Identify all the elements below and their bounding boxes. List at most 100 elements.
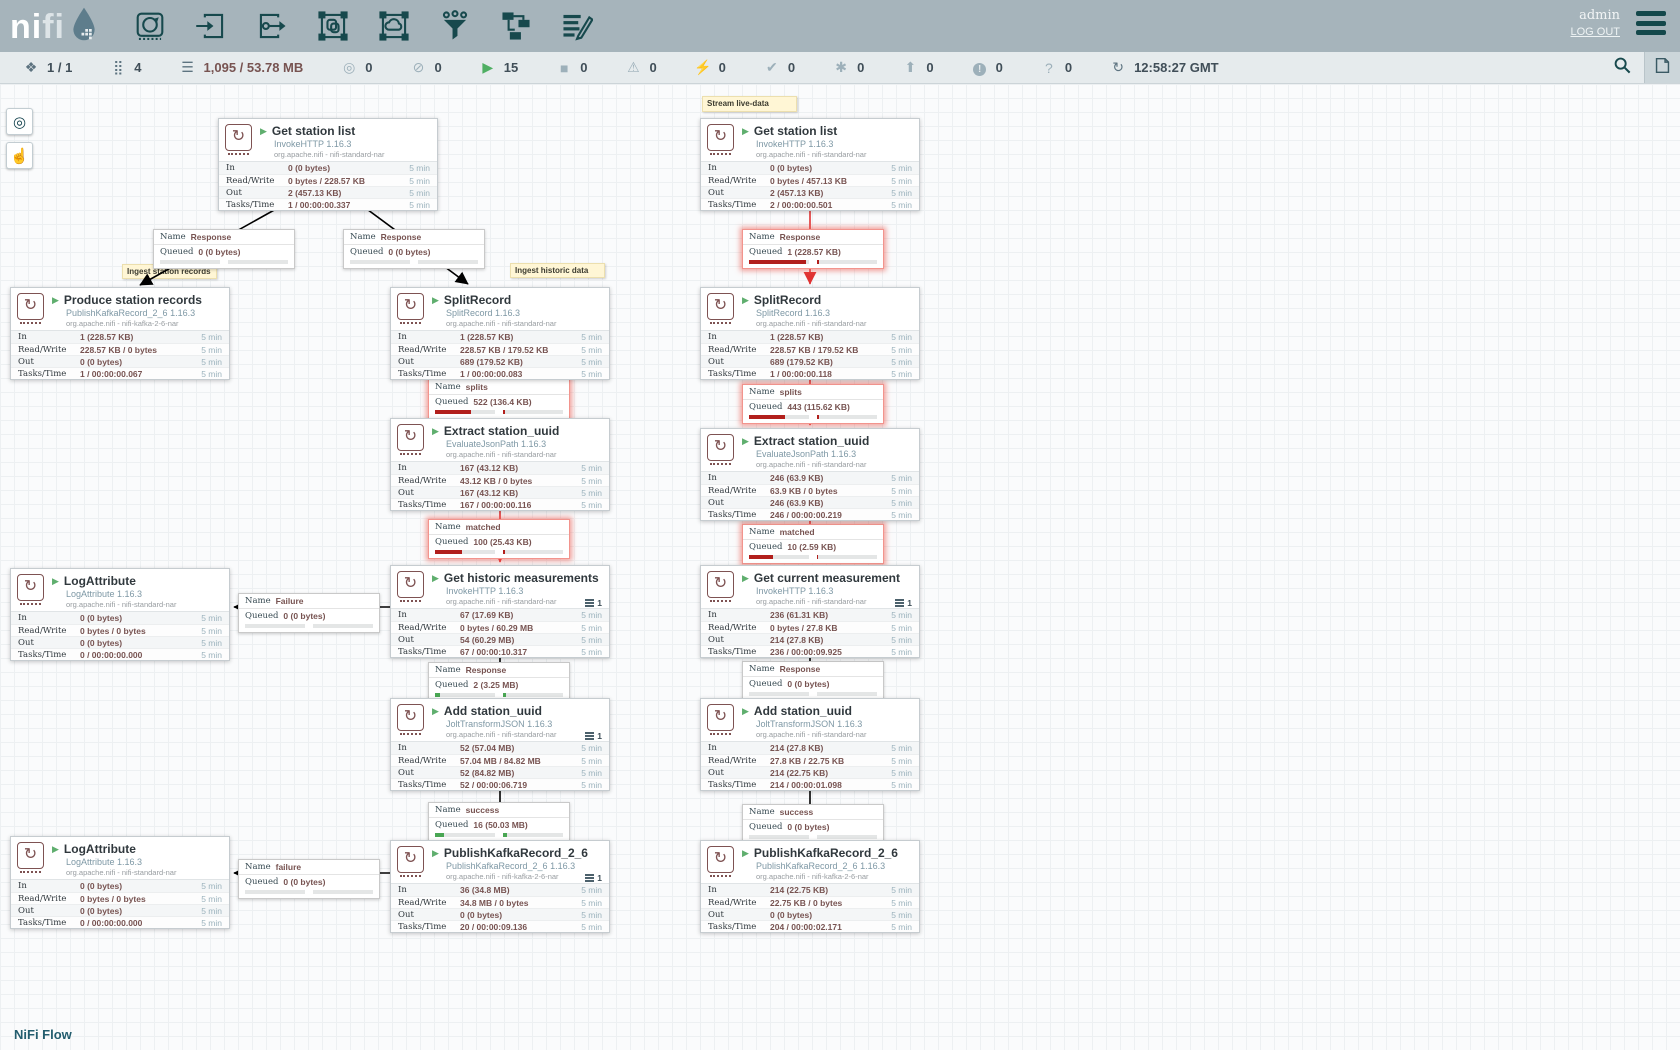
processor-get-station-list-1[interactable]: ↻ ▶ Get station list InvokeHTTP 1.16.3 o…: [700, 118, 920, 211]
processor-extract-station-uuid-6[interactable]: ↻ ▶ Extract station_uuid EvaluateJsonPat…: [700, 428, 920, 521]
processor-extract-station-uuid-5[interactable]: ↻ ▶ Extract station_uuid EvaluateJsonPat…: [390, 418, 610, 511]
processor-name: PublishKafkaRecord_2_6: [444, 846, 588, 860]
connection-matched-6[interactable]: Namematched Queued10 (2.59 KB): [742, 524, 884, 564]
processor-type-icon: ↻: [17, 842, 44, 869]
queue-backpressure-bars: [344, 259, 484, 268]
processor-add-station-uuid-10[interactable]: ↻ ▶ Add station_uuid JoltTransformJSON 1…: [390, 698, 610, 791]
search-button[interactable]: [1600, 52, 1644, 83]
object-threshold-bar: [749, 415, 809, 419]
connection-response-2[interactable]: NameResponse Queued1 (228.57 KB): [742, 229, 884, 269]
status-item-threads: ⣿ 4: [109, 59, 141, 76]
size-threshold-bar: [503, 550, 563, 554]
processor-stats: In0 (0 bytes)5 min Read/Write0 bytes / 4…: [701, 161, 919, 210]
template-component-button[interactable]: [499, 9, 533, 43]
connection-failure-12[interactable]: Namefailure Queued0 (0 bytes): [238, 859, 380, 899]
connection-failure-11[interactable]: NameFailure Queued0 (0 bytes): [238, 593, 380, 633]
active-threads-badge: 1: [585, 731, 602, 741]
connection-response-7[interactable]: NameResponse Queued2 (3.25 MB): [428, 662, 570, 702]
processor-get-historic-measurements-8[interactable]: ↻ ▶ Get historic measurements InvokeHTTP…: [390, 565, 610, 658]
processor-bundle: org.apache.nifi - nifi-standard-nar: [446, 450, 559, 459]
refresh-time: 12:58:27 GMT: [1134, 60, 1219, 75]
connection-success-9[interactable]: Namesuccess Queued16 (50.03 MB): [428, 802, 570, 842]
processor-add-station-uuid-11[interactable]: ↻ ▶ Add station_uuid JoltTransformJSON 1…: [700, 698, 920, 791]
connection-success-10[interactable]: Namesuccess Queued0 (0 bytes): [742, 804, 884, 844]
new-canvas-panel-button[interactable]: [1644, 52, 1680, 83]
object-threshold-bar: [350, 260, 410, 264]
processor-splitrecord-3[interactable]: ↻ ▶ SplitRecord SplitRecord 1.16.3 org.a…: [390, 287, 610, 380]
birdseye-button[interactable]: ◎: [6, 108, 33, 135]
queue-backpressure-bars: [239, 623, 379, 632]
processor-stats: In167 (43.12 KB)5 min Read/Write43.12 KB…: [391, 461, 609, 510]
processor-get-station-list-0[interactable]: ↻ ▶ Get station list InvokeHTTP 1.16.3 o…: [218, 118, 438, 211]
status-item-locally-modified: ✱ 0: [832, 59, 864, 76]
processor-name: Produce station records: [64, 293, 202, 307]
output-port-component-button[interactable]: [255, 9, 289, 43]
status-item-disabled: ⚡ 0: [694, 59, 726, 76]
status-item-stale: ⬆ 0: [901, 59, 933, 76]
connection-splits-3[interactable]: Namesplits Queued522 (136.4 KB): [428, 379, 570, 419]
processor-bundle: org.apache.nifi - nifi-standard-nar: [274, 150, 384, 159]
size-threshold-bar: [503, 410, 563, 414]
size-threshold-bar: [503, 693, 563, 697]
processor-name: Add station_uuid: [444, 704, 542, 718]
logout-link[interactable]: LOG OUT: [1570, 26, 1620, 38]
breadcrumb[interactable]: NiFi Flow: [14, 1027, 72, 1042]
processor-stats: In236 (61.31 KB)5 min Read/Write0 bytes …: [701, 608, 919, 657]
processor-stats: In36 (34.8 MB)5 min Read/Write34.8 MB / …: [391, 883, 609, 932]
processor-logattribute-7[interactable]: ↻ ▶ LogAttribute LogAttribute 1.16.3 org…: [10, 568, 230, 661]
queue-backpressure-bars: [429, 549, 569, 558]
hand-pointer-icon: ☝: [10, 147, 29, 165]
active-threads-badge: 1: [895, 598, 912, 608]
locally-modified-icon: ✱: [832, 59, 850, 76]
processor-publishkafkarecord-2-6-13[interactable]: ↻ ▶ PublishKafkaRecord_2_6 PublishKafkaR…: [700, 840, 920, 933]
processor-name: PublishKafkaRecord_2_6: [754, 846, 898, 860]
document-icon: [1654, 57, 1671, 79]
processor-name: Get station list: [754, 124, 837, 138]
label-component-button[interactable]: [560, 9, 594, 43]
processor-bundle: org.apache.nifi - nifi-kafka-2-6-nar: [756, 872, 898, 881]
process-group-component-button[interactable]: [316, 9, 350, 43]
connection-splits-4[interactable]: Namesplits Queued443 (115.62 KB): [742, 384, 884, 424]
processor-type-icon: ↻: [707, 846, 734, 873]
up-to-date-icon: ✔: [763, 59, 781, 76]
connection-response-8[interactable]: NameResponse Queued0 (0 bytes): [742, 661, 884, 701]
status-item-invalid: ⚠ 0: [624, 59, 656, 76]
funnel-component-button[interactable]: [438, 9, 472, 43]
processor-name: SplitRecord: [754, 293, 821, 307]
flow-canvas[interactable]: ◎ ☝ Stream live-data Ingest station reco…: [0, 84, 1680, 1050]
processor-stats: In214 (22.75 KB)5 min Read/Write22.75 KB…: [701, 883, 919, 932]
object-threshold-bar: [749, 555, 809, 559]
processor-type: PublishKafkaRecord_2_6 1.16.3: [66, 308, 202, 318]
global-menu-icon[interactable]: [1636, 11, 1666, 35]
running-state-icon: ▶: [742, 295, 749, 305]
remote-process-group-component-button[interactable]: [377, 9, 411, 43]
hand-select-button[interactable]: ☝: [6, 142, 33, 169]
input-port-component-button[interactable]: [194, 9, 228, 43]
connection-matched-5[interactable]: Namematched Queued100 (25.43 KB): [428, 519, 570, 559]
target-icon: ◎: [13, 113, 26, 131]
processor-bundle: org.apache.nifi - nifi-standard-nar: [756, 597, 900, 606]
processor-produce-station-records-2[interactable]: ↻ ▶ Produce station records PublishKafka…: [10, 287, 230, 380]
processor-get-current-measurement-9[interactable]: ↻ ▶ Get current measurement InvokeHTTP 1…: [700, 565, 920, 658]
processor-splitrecord-4[interactable]: ↻ ▶ SplitRecord SplitRecord 1.16.3 org.a…: [700, 287, 920, 380]
connection-response-1[interactable]: NameResponse Queued0 (0 bytes): [343, 229, 485, 269]
threads-icon: ⣿: [109, 59, 127, 76]
refresh-icon: ↻: [1109, 59, 1127, 76]
queue-backpressure-bars: [743, 554, 883, 563]
processor-component-button[interactable]: [133, 9, 167, 43]
size-threshold-bar: [418, 260, 478, 264]
running-state-icon: ▶: [52, 576, 59, 586]
size-threshold-bar: [817, 835, 877, 839]
nifi-logo[interactable]: nifi: [10, 6, 99, 47]
status-item-transmitting: ◎ 0: [340, 59, 372, 76]
processor-bundle: org.apache.nifi - nifi-standard-nar: [446, 730, 556, 739]
object-threshold-bar: [749, 835, 809, 839]
status-refresh[interactable]: ↻ 12:58:27 GMT: [1109, 59, 1219, 76]
object-threshold-bar: [245, 624, 305, 628]
processor-logattribute-14[interactable]: ↻ ▶ LogAttribute LogAttribute 1.16.3 org…: [10, 836, 230, 929]
running-state-icon: ▶: [742, 573, 749, 583]
nifi-drop-icon: [69, 6, 99, 47]
size-threshold-bar: [228, 260, 288, 264]
connection-response-0[interactable]: NameResponse Queued0 (0 bytes): [153, 229, 295, 269]
processor-publishkafkarecord-2-6-12[interactable]: ↻ ▶ PublishKafkaRecord_2_6 PublishKafkaR…: [390, 840, 610, 933]
